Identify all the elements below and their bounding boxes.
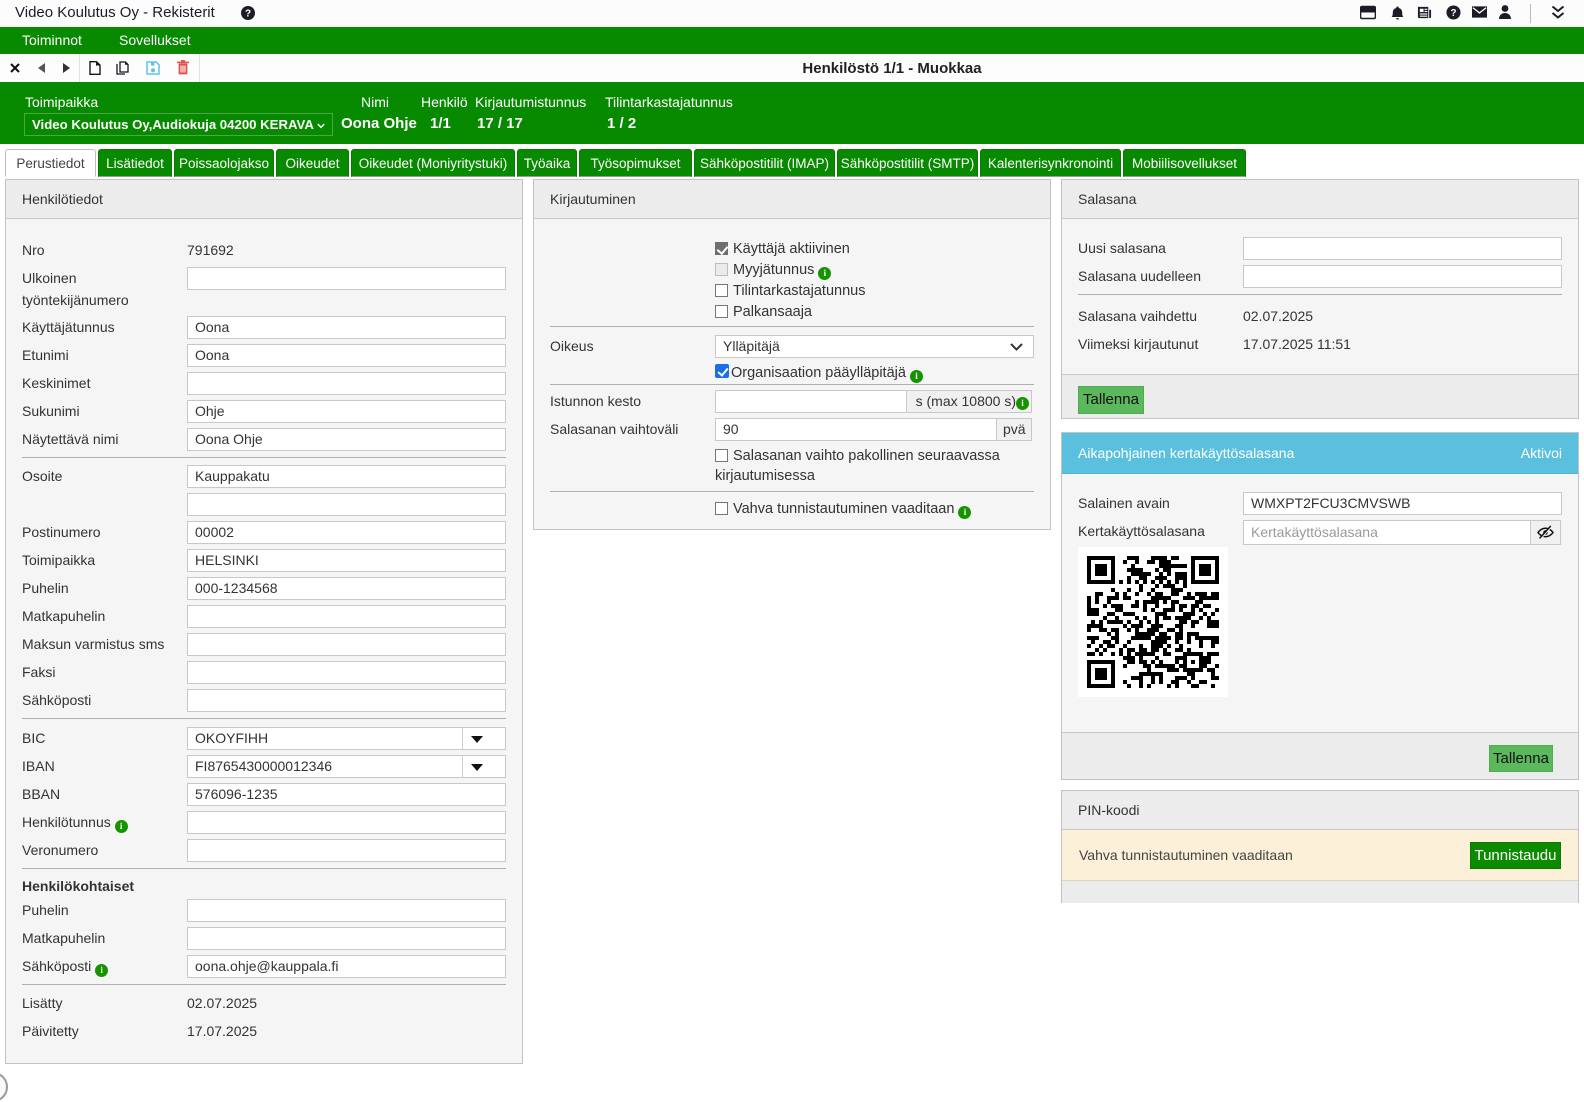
svg-text:?: ? [1450, 8, 1456, 19]
svg-text:?: ? [245, 9, 251, 20]
